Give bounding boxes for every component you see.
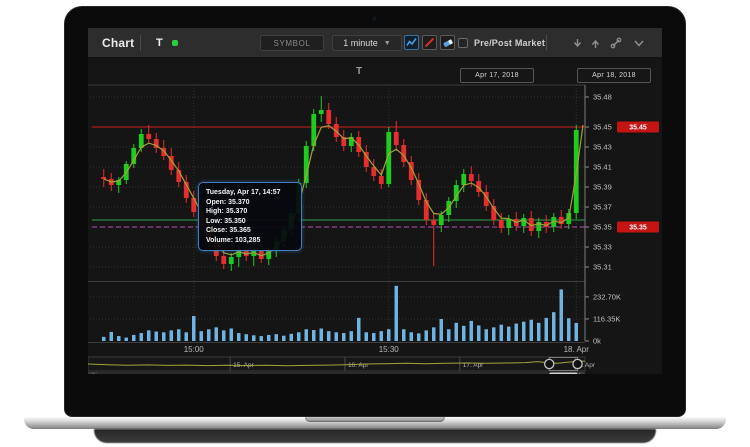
scroll-left-button[interactable] — [88, 372, 97, 374]
tooltip-volume: Volume: 103,285 — [206, 236, 294, 246]
date-to-input[interactable]: Apr 18, 2018 — [577, 68, 651, 83]
svg-text:35.43: 35.43 — [593, 143, 612, 152]
svg-text:18. Apr: 18. Apr — [564, 345, 590, 354]
svg-text:0k: 0k — [593, 337, 601, 346]
toolbar: Chart T 1 minute ▼ — [88, 28, 662, 58]
drawing-tools-button[interactable] — [422, 35, 437, 50]
eraser-button[interactable] — [440, 35, 455, 50]
svg-text:35.39: 35.39 — [593, 183, 612, 192]
laptop-shadow — [94, 429, 656, 443]
arrow-up-icon — [590, 38, 601, 49]
nav-handle-left[interactable] — [545, 359, 554, 368]
scrollbar-thumb[interactable] — [549, 373, 577, 375]
chart-panel: 35.48 35.45 35.43 35.41 35.39 35.37 35.35 35.33… — [88, 58, 662, 374]
svg-text:35.37: 35.37 — [593, 203, 612, 212]
svg-text:35.45: 35.45 — [629, 125, 647, 132]
svg-text:35.45: 35.45 — [593, 123, 612, 132]
svg-text:232.70K: 232.70K — [593, 292, 621, 301]
date-from-input[interactable]: Apr 17, 2018 — [460, 68, 534, 83]
prepost-market-label: Pre/Post Market — [474, 28, 545, 58]
tooltip-open: Open: 35.370 — [206, 198, 294, 208]
price-pane — [101, 96, 578, 271]
laptop-mockup: Chart T 1 minute ▼ — [0, 0, 750, 447]
trendline-icon — [424, 37, 435, 48]
svg-text:15:30: 15:30 — [379, 345, 400, 354]
symbol-input[interactable] — [260, 35, 324, 51]
svg-text:35.35: 35.35 — [593, 223, 612, 232]
page-title: Chart — [102, 28, 134, 58]
laptop-notch — [305, 417, 445, 422]
tooltip-low: Low: 35.350 — [206, 217, 294, 227]
link-button[interactable] — [609, 36, 623, 50]
app-screen: Chart T 1 minute ▼ — [88, 28, 662, 374]
collapse-button[interactable] — [632, 36, 646, 50]
svg-text:15:00: 15:00 — [184, 345, 205, 354]
indicator-zigzag-icon — [406, 37, 417, 48]
svg-text:16. Apr: 16. Apr — [348, 362, 369, 369]
toolbar-separator — [546, 35, 547, 51]
link-icon — [610, 37, 622, 49]
svg-text:35.35: 35.35 — [629, 225, 647, 232]
laptop-base — [24, 417, 726, 429]
webcam-icon — [372, 16, 377, 21]
tooltip-datetime: Tuesday, Apr 17, 14:57 — [206, 188, 294, 198]
chart-canvas[interactable]: 35.48 35.45 35.43 35.41 35.39 35.37 35.35 35.33… — [88, 58, 662, 374]
nav-handle-right[interactable] — [573, 359, 582, 368]
download-button[interactable] — [570, 36, 584, 50]
svg-text:35.41: 35.41 — [593, 163, 612, 172]
symbol-watermark: T — [356, 66, 362, 77]
scrollbar — [88, 372, 585, 374]
toolbar-separator — [140, 35, 141, 51]
tooltip-high: High: 35.370 — [206, 207, 294, 217]
eraser-icon — [442, 37, 454, 49]
svg-text:116.35K: 116.35K — [593, 314, 620, 323]
chevron-down-icon: ▼ — [384, 40, 391, 47]
tooltip-close: Close: 35.365 — [206, 226, 294, 236]
upload-button[interactable] — [588, 36, 602, 50]
stream-status-indicator — [172, 40, 178, 46]
ohlc-tooltip: Tuesday, Apr 17, 14:57 Open: 35.370 High… — [198, 182, 302, 251]
ticker-label: T — [156, 28, 163, 58]
timeframe-value: 1 minute — [343, 38, 378, 48]
indicators-button[interactable] — [404, 35, 419, 50]
navigator: 15. Apr16. Apr17. Apr8. Apr — [88, 357, 596, 371]
prepost-market-checkbox[interactable] — [458, 38, 468, 48]
volume-pane — [102, 286, 578, 341]
svg-text:35.33: 35.33 — [593, 243, 612, 252]
svg-text:35.48: 35.48 — [593, 93, 612, 102]
arrow-down-icon — [572, 38, 583, 49]
timeframe-dropdown[interactable]: 1 minute ▼ — [332, 35, 402, 51]
svg-text:35.31: 35.31 — [593, 263, 612, 272]
chevron-down-icon — [633, 39, 645, 48]
